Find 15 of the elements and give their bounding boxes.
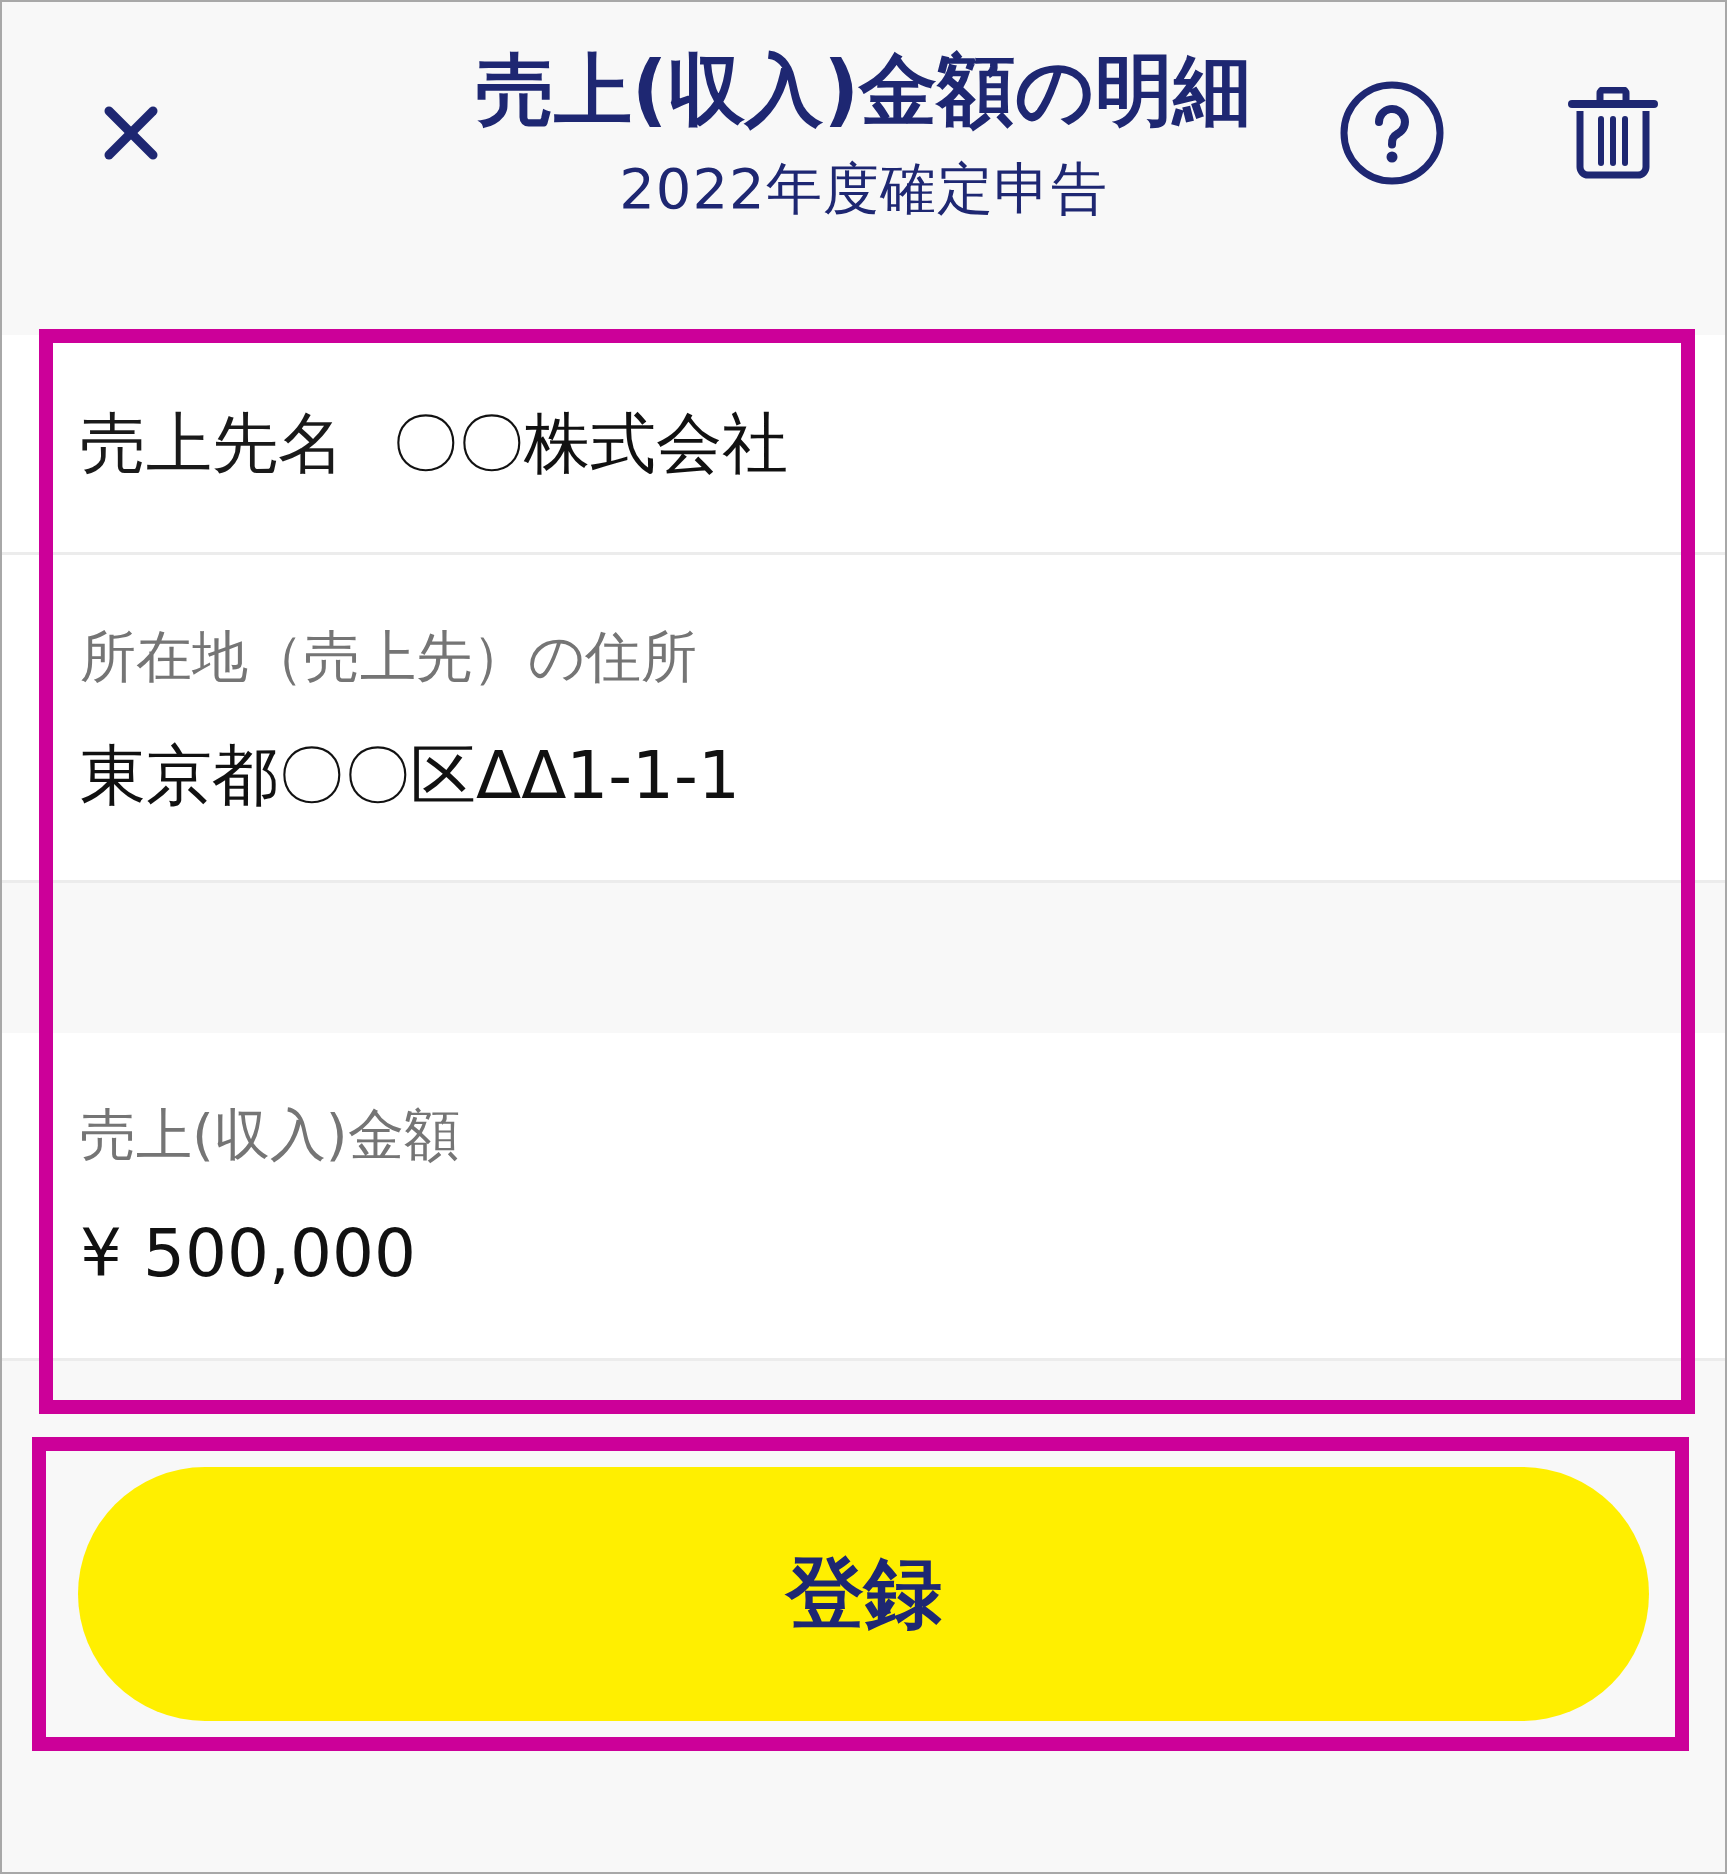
screen-subtitle: 2022年度確定申告 xyxy=(619,155,1108,222)
form-row[interactable]: 売上先名 〇〇株式会社 xyxy=(2,335,1725,555)
close-icon[interactable] xyxy=(104,105,158,160)
field-value: 東京都〇〇区ΔΔ1-1-1 xyxy=(80,736,740,816)
field-label: 売上先名 xyxy=(80,403,344,484)
screen-title: 売上(収入)金額の明細 xyxy=(475,43,1252,136)
field-value: 〇〇株式会社 xyxy=(392,403,788,484)
form-row[interactable]: 売上(収入)金額 ¥ 500,000 xyxy=(2,1033,1725,1361)
help-icon[interactable] xyxy=(1340,80,1444,185)
register-button[interactable]: 登録 xyxy=(78,1467,1649,1721)
field-label: 売上(収入)金額 xyxy=(80,1101,460,1169)
field-label: 所在地（売上先）の住所 xyxy=(80,623,697,691)
trash-icon[interactable] xyxy=(1568,86,1658,179)
field-value: ¥ 500,000 xyxy=(80,1214,416,1294)
form-row[interactable]: 所在地（売上先）の住所 東京都〇〇区ΔΔ1-1-1 xyxy=(2,555,1725,883)
